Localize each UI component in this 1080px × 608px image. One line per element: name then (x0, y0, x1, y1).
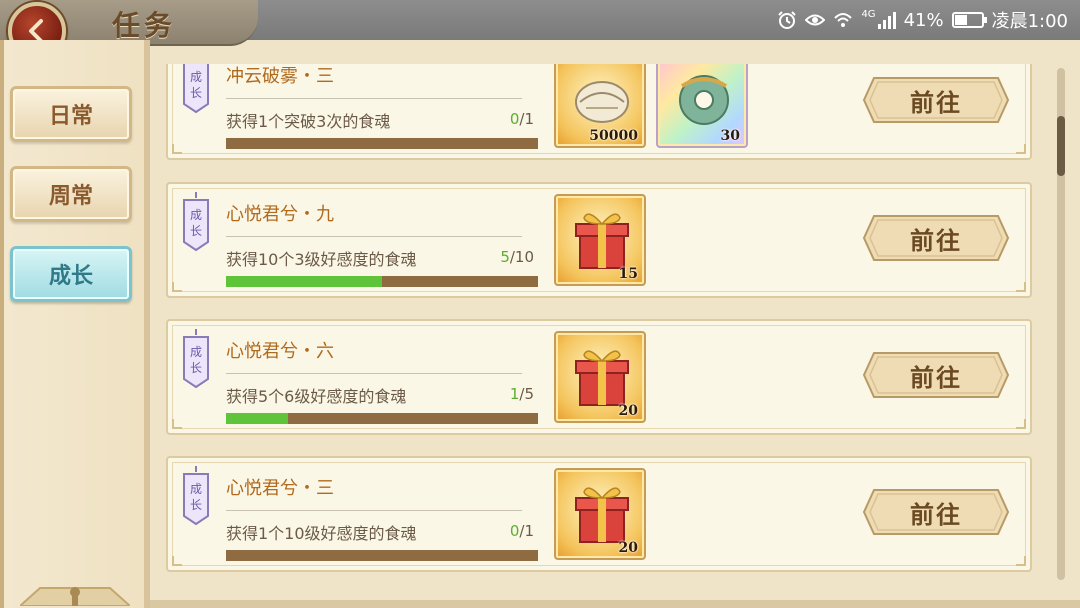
scroll-ornament-icon (20, 587, 130, 606)
clock: 凌晨1:00 (991, 11, 1068, 32)
task-count: 0/1 (509, 522, 534, 540)
gift-box-icon (575, 350, 629, 406)
task-count: 5/10 (500, 248, 534, 266)
svg-text:成: 成 (190, 482, 202, 496)
tab-growth[interactable]: 成长 (10, 246, 132, 302)
status-indicators: 4G 41% 凌晨1:00 (777, 8, 1068, 32)
svg-text:成: 成 (190, 208, 202, 222)
progress-bar (226, 138, 538, 149)
network-type: 4G (861, 8, 876, 20)
growth-tag-icon: 成长 (183, 192, 209, 252)
growth-tag-icon: 成长 (183, 329, 209, 389)
svg-text:成: 成 (190, 70, 202, 84)
reward-quantity: 20 (618, 403, 638, 419)
go-button[interactable]: 前往 (862, 351, 1010, 399)
task-description: 获得10个3级好感度的食魂 (226, 250, 417, 269)
task-name: 心悦君兮・六 (226, 341, 334, 362)
divider (226, 98, 522, 99)
page-title: 任务 (112, 9, 177, 42)
task-name: 冲云破雾・三 (226, 66, 334, 87)
progress-fill (226, 276, 382, 287)
svg-text:长: 长 (190, 86, 202, 100)
divider (226, 373, 522, 374)
task-name: 心悦君兮・三 (226, 478, 334, 499)
signal-icon (877, 12, 896, 29)
task-name: 心悦君兮・九 (226, 204, 334, 225)
task-list[interactable]: 成长 冲云破雾・三 获得1个突破3次的食魂 0/1 50000 30 前往 成长… (160, 64, 1042, 584)
reward-slot[interactable]: 15 (554, 194, 646, 286)
category-sidebar: 日常 周常 成长 (0, 40, 150, 608)
reward-slot[interactable]: 50000 (554, 64, 646, 148)
tab-daily[interactable]: 日常 (10, 86, 132, 142)
progress-bar (226, 550, 538, 561)
jade-ring-icon (679, 75, 729, 125)
divider (226, 510, 522, 511)
divider (226, 236, 522, 237)
reward-slot[interactable]: 30 (656, 64, 748, 148)
reward-quantity: 15 (618, 266, 638, 282)
task-card: 成长 心悦君兮・三 获得1个10级好感度的食魂 0/1 20 前往 (166, 456, 1032, 572)
progress-bar (226, 413, 538, 424)
svg-text:长: 长 (190, 361, 202, 375)
task-description: 获得1个突破3次的食魂 (226, 112, 391, 131)
battery-icon (951, 12, 987, 28)
reward-quantity: 30 (720, 128, 740, 144)
wifi-icon (834, 13, 853, 27)
task-count: 0/1 (509, 110, 534, 128)
reward-slot[interactable]: 20 (554, 331, 646, 423)
go-button[interactable]: 前往 (862, 214, 1010, 262)
battery-percent: 41% (903, 9, 944, 31)
reward-quantity: 50000 (589, 128, 638, 144)
tab-weekly[interactable]: 周常 (10, 166, 132, 222)
task-description: 获得5个6级好感度的食魂 (226, 387, 407, 406)
eye-icon (805, 14, 826, 26)
progress-fill (226, 413, 289, 424)
task-card: 成长 心悦君兮・九 获得10个3级好感度的食魂 5/10 15 前往 (166, 182, 1032, 298)
task-card: 成长 冲云破雾・三 获得1个突破3次的食魂 0/1 50000 30 前往 (166, 64, 1032, 160)
go-button[interactable]: 前往 (862, 488, 1010, 536)
task-description: 获得1个10级好感度的食魂 (226, 524, 417, 543)
task-card: 成长 心悦君兮・六 获得5个6级好感度的食魂 1/5 20 前往 (166, 319, 1032, 435)
svg-text:成: 成 (190, 345, 202, 359)
bottom-border (150, 600, 1080, 608)
svg-text:长: 长 (190, 224, 202, 238)
gift-box-icon (575, 213, 629, 269)
go-button[interactable]: 前往 (862, 76, 1010, 124)
scrollbar-thumb[interactable] (1057, 116, 1065, 176)
task-count: 1/5 (509, 385, 534, 403)
shell-coin-icon (575, 81, 629, 123)
growth-tag-icon: 成长 (183, 64, 209, 114)
progress-bar (226, 276, 538, 287)
reward-quantity: 20 (618, 540, 638, 556)
scrollbar[interactable] (1057, 68, 1065, 580)
reward-slot[interactable]: 20 (554, 468, 646, 560)
svg-text:长: 长 (190, 498, 202, 512)
growth-tag-icon: 成长 (183, 466, 209, 526)
gift-box-icon (575, 487, 629, 543)
alarm-icon (778, 11, 797, 29)
